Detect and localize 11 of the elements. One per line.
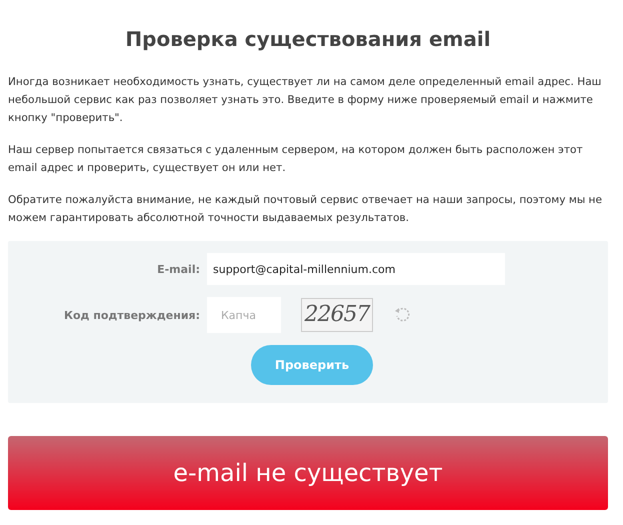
- result-banner: e-mail не существует: [8, 436, 608, 510]
- captcha-image: 22657: [301, 298, 373, 332]
- refresh-icon[interactable]: [394, 306, 412, 324]
- paragraph: Обратите пожалуйста внимание, не каждый почтовый сервис отвечает на наши запросы, поэтому мы не можем гарантировать абсолютной точности выдаваемых результатов.: [8, 193, 604, 226]
- code-label: Код подтверждения:: [62, 308, 201, 324]
- page-title: Проверка существования email: [124, 27, 492, 51]
- email-label: E-mail:: [156, 262, 201, 278]
- paragraph: Иногда возникает необходимость узнать, существует ли на самом деле определенный email адрес. Наш небольшой сервис как раз позволяет узнать это. Введите в форму ниже проверяемый email и нажмите кнопку "проверить".: [8, 75, 602, 126]
- paragraph: Наш сервер попытается связаться с удаленным сервером, на котором должен быть расположен этот email адрес и проверить, существует он или нет.: [8, 143, 584, 176]
- email-field[interactable]: support@capital-millennium.com: [207, 253, 505, 285]
- captcha-field[interactable]: Капча: [207, 297, 281, 333]
